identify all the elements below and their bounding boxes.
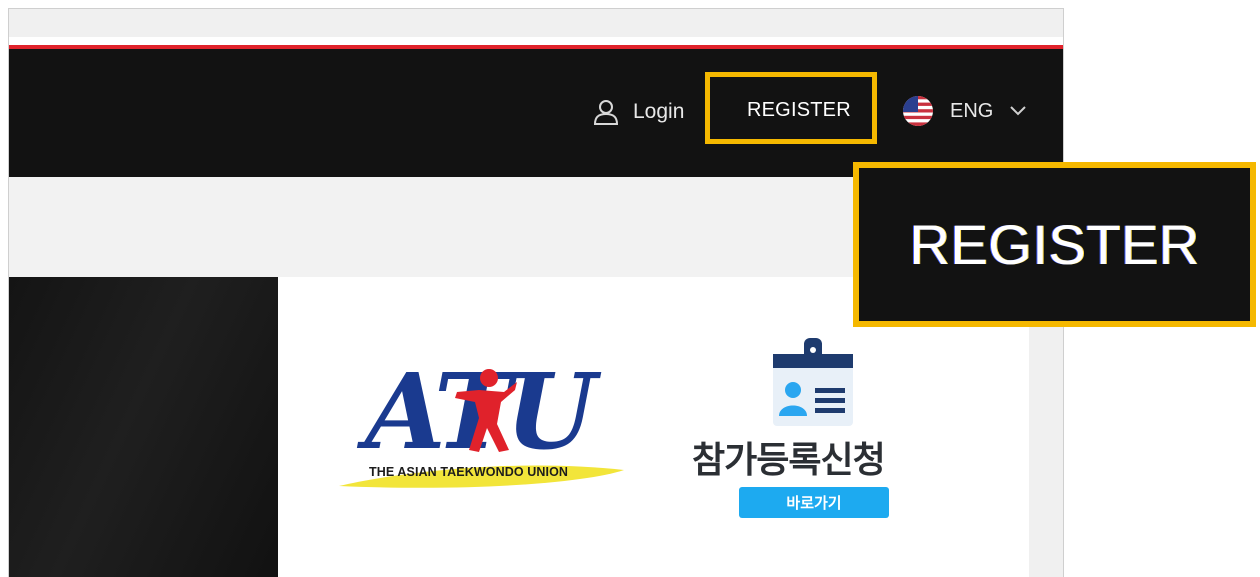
kicker-figure-icon [455, 369, 517, 452]
register-link[interactable]: REGISTER [747, 99, 851, 122]
user-icon [593, 100, 619, 125]
register-zoom-callout: REGISTER [853, 162, 1256, 327]
registration-go-button[interactable]: 바로가기 [739, 487, 889, 518]
chevron-down-icon [1010, 106, 1027, 116]
us-flag-icon [903, 96, 933, 126]
dark-banner-image [9, 277, 278, 577]
language-label: ENG [950, 99, 994, 122]
logo-caption: THE ASIAN TAEKWONDO UNION [369, 465, 569, 479]
registration-title: 참가등록신청 [692, 440, 886, 481]
atu-logo[interactable]: ATU THE ASIAN TAEKWONDO UNION [339, 360, 629, 500]
zoom-register-label: REGISTER [909, 213, 1200, 276]
id-card-icon [773, 338, 853, 426]
site-header: Login REGISTER ENG [9, 49, 1063, 177]
language-selector[interactable]: ENG [903, 96, 1027, 126]
login-label: Login [633, 100, 685, 123]
login-link[interactable]: Login [593, 99, 684, 125]
